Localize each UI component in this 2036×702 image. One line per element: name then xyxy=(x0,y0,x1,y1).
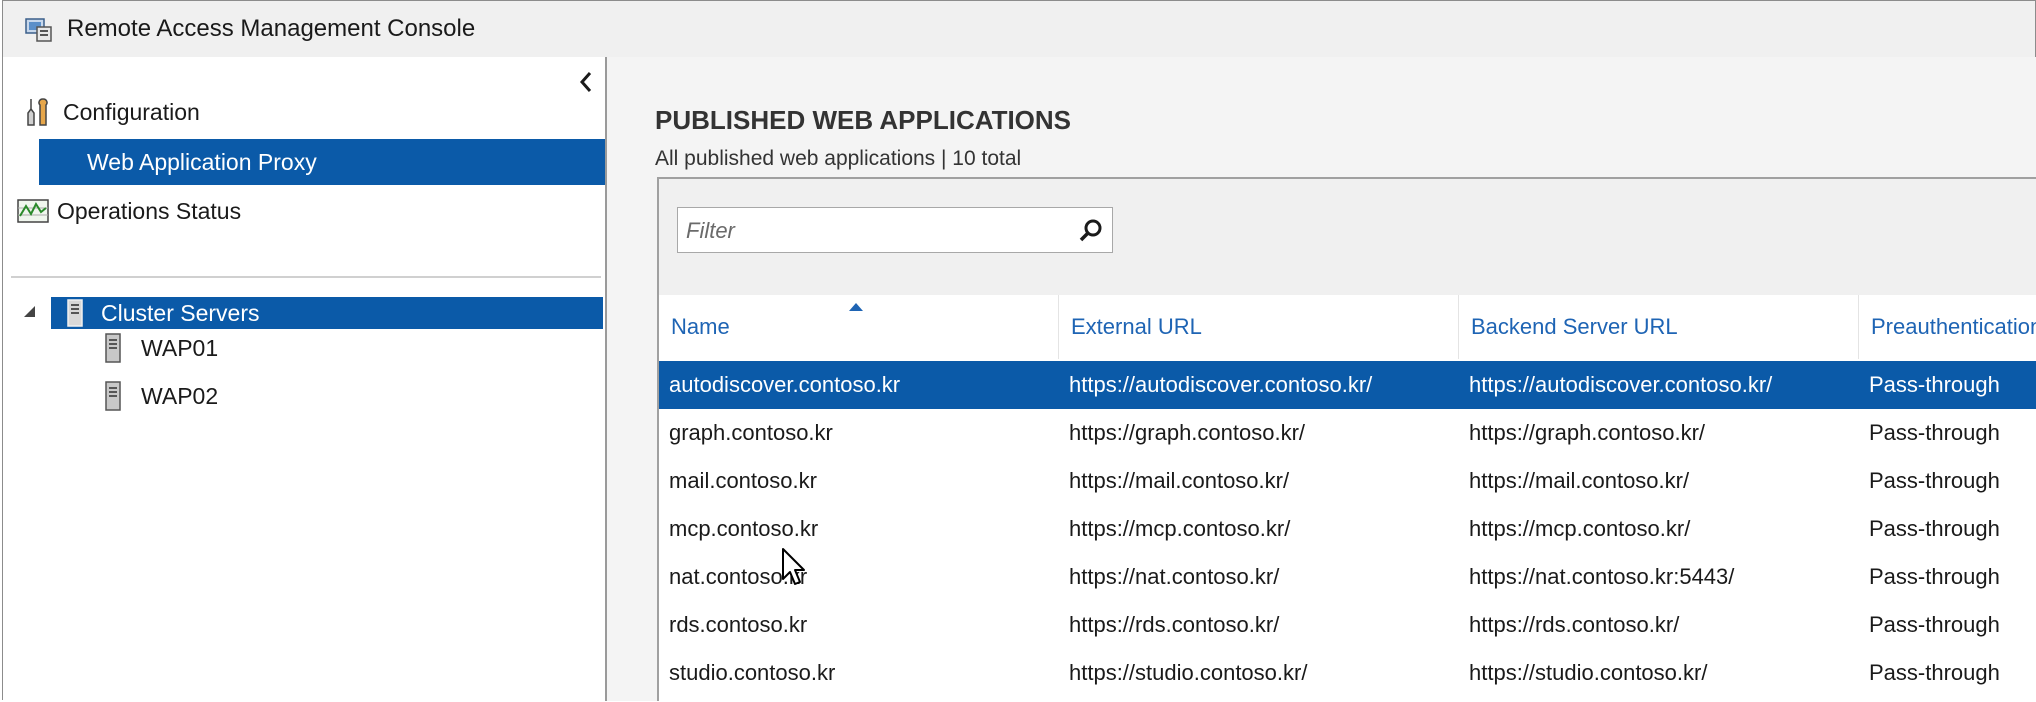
server-icon xyxy=(103,381,123,411)
cell-preauth: Pass-through xyxy=(1869,372,2000,397)
cell-preauth: Pass-through xyxy=(1869,660,2000,685)
table-row[interactable]: graph.contoso.kr https://graph.contoso.k… xyxy=(659,409,2036,457)
window-title: Remote Access Management Console xyxy=(67,15,476,42)
cell-external-url: https://mail.contoso.kr/ xyxy=(1069,468,1290,493)
cell-backend-url: https://autodiscover.contoso.kr/ xyxy=(1469,372,1773,397)
cell-backend-url: https://nat.contoso.kr:5443/ xyxy=(1469,564,1735,589)
chevron-left-icon xyxy=(579,72,592,92)
tree-collapse-toggle[interactable] xyxy=(23,305,37,319)
table-header: Name External URL Backend Server URL Pre… xyxy=(659,295,2036,359)
cell-external-url: https://graph.contoso.kr/ xyxy=(1069,420,1306,445)
cell-external-url: https://autodiscover.contoso.kr/ xyxy=(1069,372,1373,397)
filter-box xyxy=(677,207,1113,254)
cell-backend-url: https://mcp.contoso.kr/ xyxy=(1469,516,1691,541)
column-header-external-url[interactable]: External URL xyxy=(1059,295,1459,359)
filter-input[interactable] xyxy=(678,208,1068,254)
cell-backend-url: https://mail.contoso.kr/ xyxy=(1469,468,1690,493)
page-title: PUBLISHED WEB APPLICATIONS xyxy=(655,105,1072,135)
cell-external-url: https://rds.contoso.kr/ xyxy=(1069,612,1280,637)
cell-external-url: https://mcp.contoso.kr/ xyxy=(1069,516,1291,541)
nav-item-web-application-proxy[interactable]: Web Application Proxy xyxy=(39,139,605,185)
cell-preauth: Pass-through xyxy=(1869,516,2000,541)
content-pane: PUBLISHED WEB APPLICATIONS All published… xyxy=(607,57,2036,701)
tree-node-cluster-servers[interactable]: Cluster Servers xyxy=(51,297,603,329)
search-icon[interactable] xyxy=(1076,216,1106,246)
filter-toolbar xyxy=(659,179,2036,295)
cell-external-url: https://nat.contoso.kr/ xyxy=(1069,564,1280,589)
column-header-label: Name xyxy=(671,314,730,339)
cell-name: mail.contoso.kr xyxy=(669,468,817,493)
tree-label-cluster-servers: Cluster Servers xyxy=(101,299,260,326)
cell-name: graph.contoso.kr xyxy=(669,420,833,445)
tree-label-server: WAP02 xyxy=(141,382,219,409)
page-subtitle: All published web applications | 10 tota… xyxy=(655,147,1022,170)
table-body: autodiscover.contoso.kr https://autodisc… xyxy=(659,361,2036,697)
cell-backend-url: https://graph.contoso.kr/ xyxy=(1469,420,1706,445)
tree-node-server[interactable]: WAP01 xyxy=(103,333,218,363)
table-row[interactable]: rds.contoso.kr https://rds.contoso.kr/ h… xyxy=(659,601,2036,649)
server-icon xyxy=(103,333,123,363)
cell-preauth: Pass-through xyxy=(1869,468,2000,493)
nav-item-operations-status[interactable]: Operations Status xyxy=(17,196,241,226)
nav-label-configuration: Configuration xyxy=(63,98,200,125)
sort-ascending-icon xyxy=(849,303,863,311)
column-header-name[interactable]: Name xyxy=(659,295,1059,359)
cell-preauth: Pass-through xyxy=(1869,564,2000,589)
column-header-label: Backend Server URL xyxy=(1471,314,1678,339)
tools-icon xyxy=(23,97,53,127)
navigation-pane: Configuration Web Application Proxy Oper… xyxy=(3,57,607,701)
cell-name: mcp.contoso.kr xyxy=(669,516,819,541)
applications-panel: Name External URL Backend Server URL Pre… xyxy=(657,177,2036,701)
nav-label-web-application-proxy: Web Application Proxy xyxy=(87,148,317,175)
remote-access-console-icon xyxy=(23,13,55,45)
cell-name: autodiscover.contoso.kr xyxy=(669,372,901,397)
server-icon xyxy=(63,299,87,327)
cell-backend-url: https://studio.contoso.kr/ xyxy=(1469,660,1708,685)
cell-preauth: Pass-through xyxy=(1869,612,2000,637)
tree-node-server[interactable]: WAP02 xyxy=(103,381,218,411)
nav-label-operations-status: Operations Status xyxy=(57,197,242,224)
cell-external-url: https://studio.contoso.kr/ xyxy=(1069,660,1308,685)
cell-preauth: Pass-through xyxy=(1869,420,2000,445)
table-row[interactable]: mail.contoso.kr https://mail.contoso.kr/… xyxy=(659,457,2036,505)
table-row[interactable]: mcp.contoso.kr https://mcp.contoso.kr/ h… xyxy=(659,505,2036,553)
app-window: Remote Access Management Console Configu… xyxy=(2,0,2036,701)
column-header-preauthentication[interactable]: Preauthentication xyxy=(1859,295,2036,359)
mouse-cursor-icon xyxy=(781,547,807,587)
cell-name: nat.contoso.kr xyxy=(669,564,808,589)
column-header-label: External URL xyxy=(1071,314,1202,339)
performance-chart-icon xyxy=(17,196,49,226)
cell-name: studio.contoso.kr xyxy=(669,660,836,685)
nav-item-configuration[interactable]: Configuration xyxy=(23,97,200,127)
tree-expanded-triangle-icon xyxy=(24,306,35,317)
table-row[interactable]: nat.contoso.kr https://nat.contoso.kr/ h… xyxy=(659,553,2036,601)
tree-label-server: WAP01 xyxy=(141,334,219,361)
cell-name: rds.contoso.kr xyxy=(669,612,808,637)
nav-separator xyxy=(11,276,601,278)
table-row[interactable]: studio.contoso.kr https://studio.contoso… xyxy=(659,649,2036,697)
collapse-pane-button[interactable] xyxy=(573,65,599,99)
column-header-backend-server-url[interactable]: Backend Server URL xyxy=(1459,295,1859,359)
title-bar: Remote Access Management Console xyxy=(3,1,2035,57)
column-header-label: Preauthentication xyxy=(1871,314,2036,339)
table-row[interactable]: autodiscover.contoso.kr https://autodisc… xyxy=(659,361,2036,409)
cell-backend-url: https://rds.contoso.kr/ xyxy=(1469,612,1680,637)
